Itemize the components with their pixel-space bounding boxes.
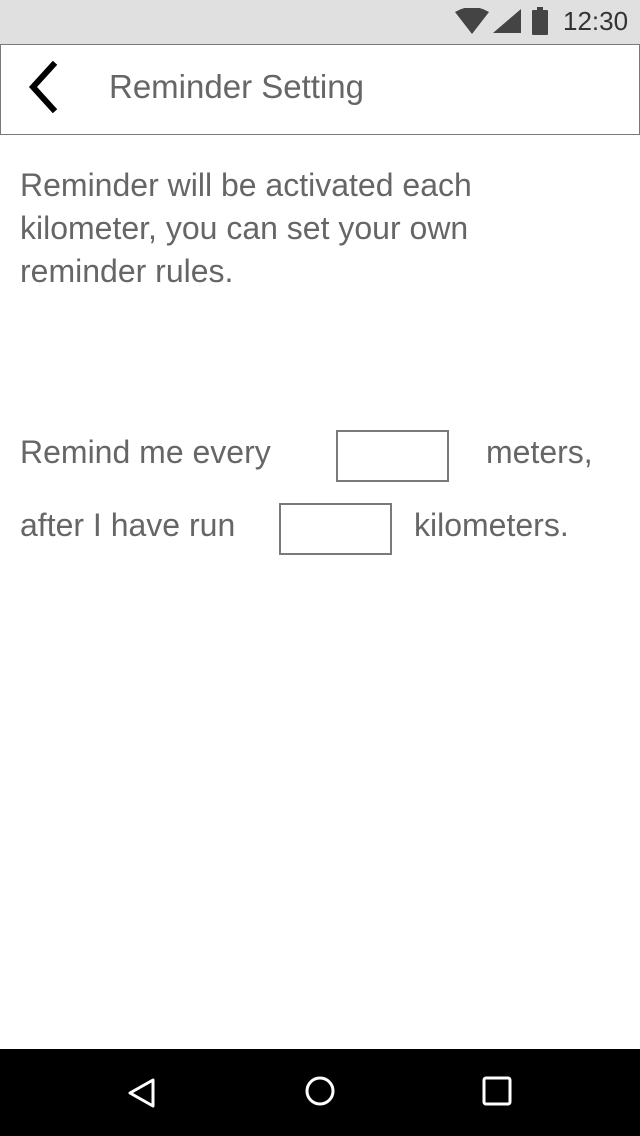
nav-recents-icon [482,1076,512,1106]
interval-prefix-label: Remind me every [20,434,271,470]
app-bar: Reminder Setting [0,44,640,135]
battery-icon [532,7,548,40]
wifi-icon [455,7,489,39]
screen: 12:30 Reminder Setting Reminder will be … [0,0,640,1136]
interval-suffix-label: meters, [486,434,593,470]
start-suffix-label: kilometers. [414,507,569,543]
start-kilometers-input[interactable] [279,503,392,555]
reminder-description: Reminder will be activated each kilomete… [20,167,472,289]
nav-home-icon [305,1076,335,1106]
back-button[interactable] [21,60,65,114]
status-bar: 12:30 [0,0,640,44]
cell-signal-icon [493,9,521,38]
nav-back-button[interactable] [118,1069,166,1117]
nav-home-button[interactable] [296,1069,344,1117]
status-time: 12:30 [563,6,629,36]
chevron-left-icon [28,60,58,114]
nav-back-icon [128,1078,155,1108]
nav-recents-button[interactable] [473,1069,521,1117]
interval-meters-input[interactable] [336,430,449,482]
page-title: Reminder Setting [109,68,364,105]
system-nav-bar [0,1049,640,1136]
start-prefix-label: after I have run [20,507,236,543]
